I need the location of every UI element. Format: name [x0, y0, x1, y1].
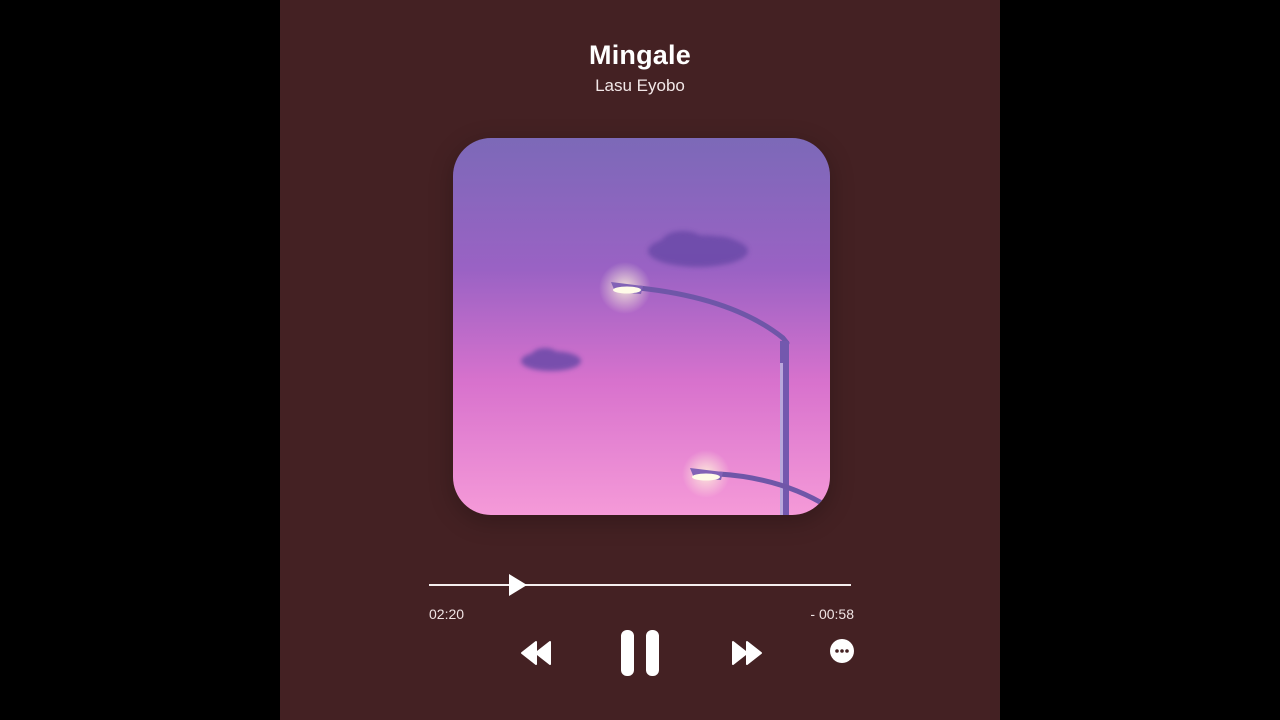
- letterbox-background: Mingale Lasu Eyobo 02:20 - 00:58: [0, 0, 1280, 720]
- progress-scrubber-handle[interactable]: [508, 574, 527, 596]
- fast-forward-icon: [732, 641, 762, 665]
- more-options-button[interactable]: [829, 638, 855, 664]
- fast-forward-button[interactable]: [731, 640, 763, 666]
- album-artwork: [453, 138, 830, 515]
- progress-bar[interactable]: [429, 584, 851, 586]
- player-panel: Mingale Lasu Eyobo 02:20 - 00:58: [280, 0, 1000, 720]
- track-artist: Lasu Eyobo: [595, 76, 685, 95]
- album-art-image: [453, 138, 830, 515]
- track-title: Mingale: [589, 40, 691, 70]
- more-options-icon: [830, 639, 854, 663]
- rewind-icon: [521, 641, 551, 665]
- rewind-button[interactable]: [520, 640, 552, 666]
- pause-icon: [621, 630, 659, 676]
- elapsed-time: 02:20: [429, 606, 465, 622]
- remaining-time: - 00:58: [810, 606, 854, 622]
- pause-button[interactable]: [620, 629, 660, 677]
